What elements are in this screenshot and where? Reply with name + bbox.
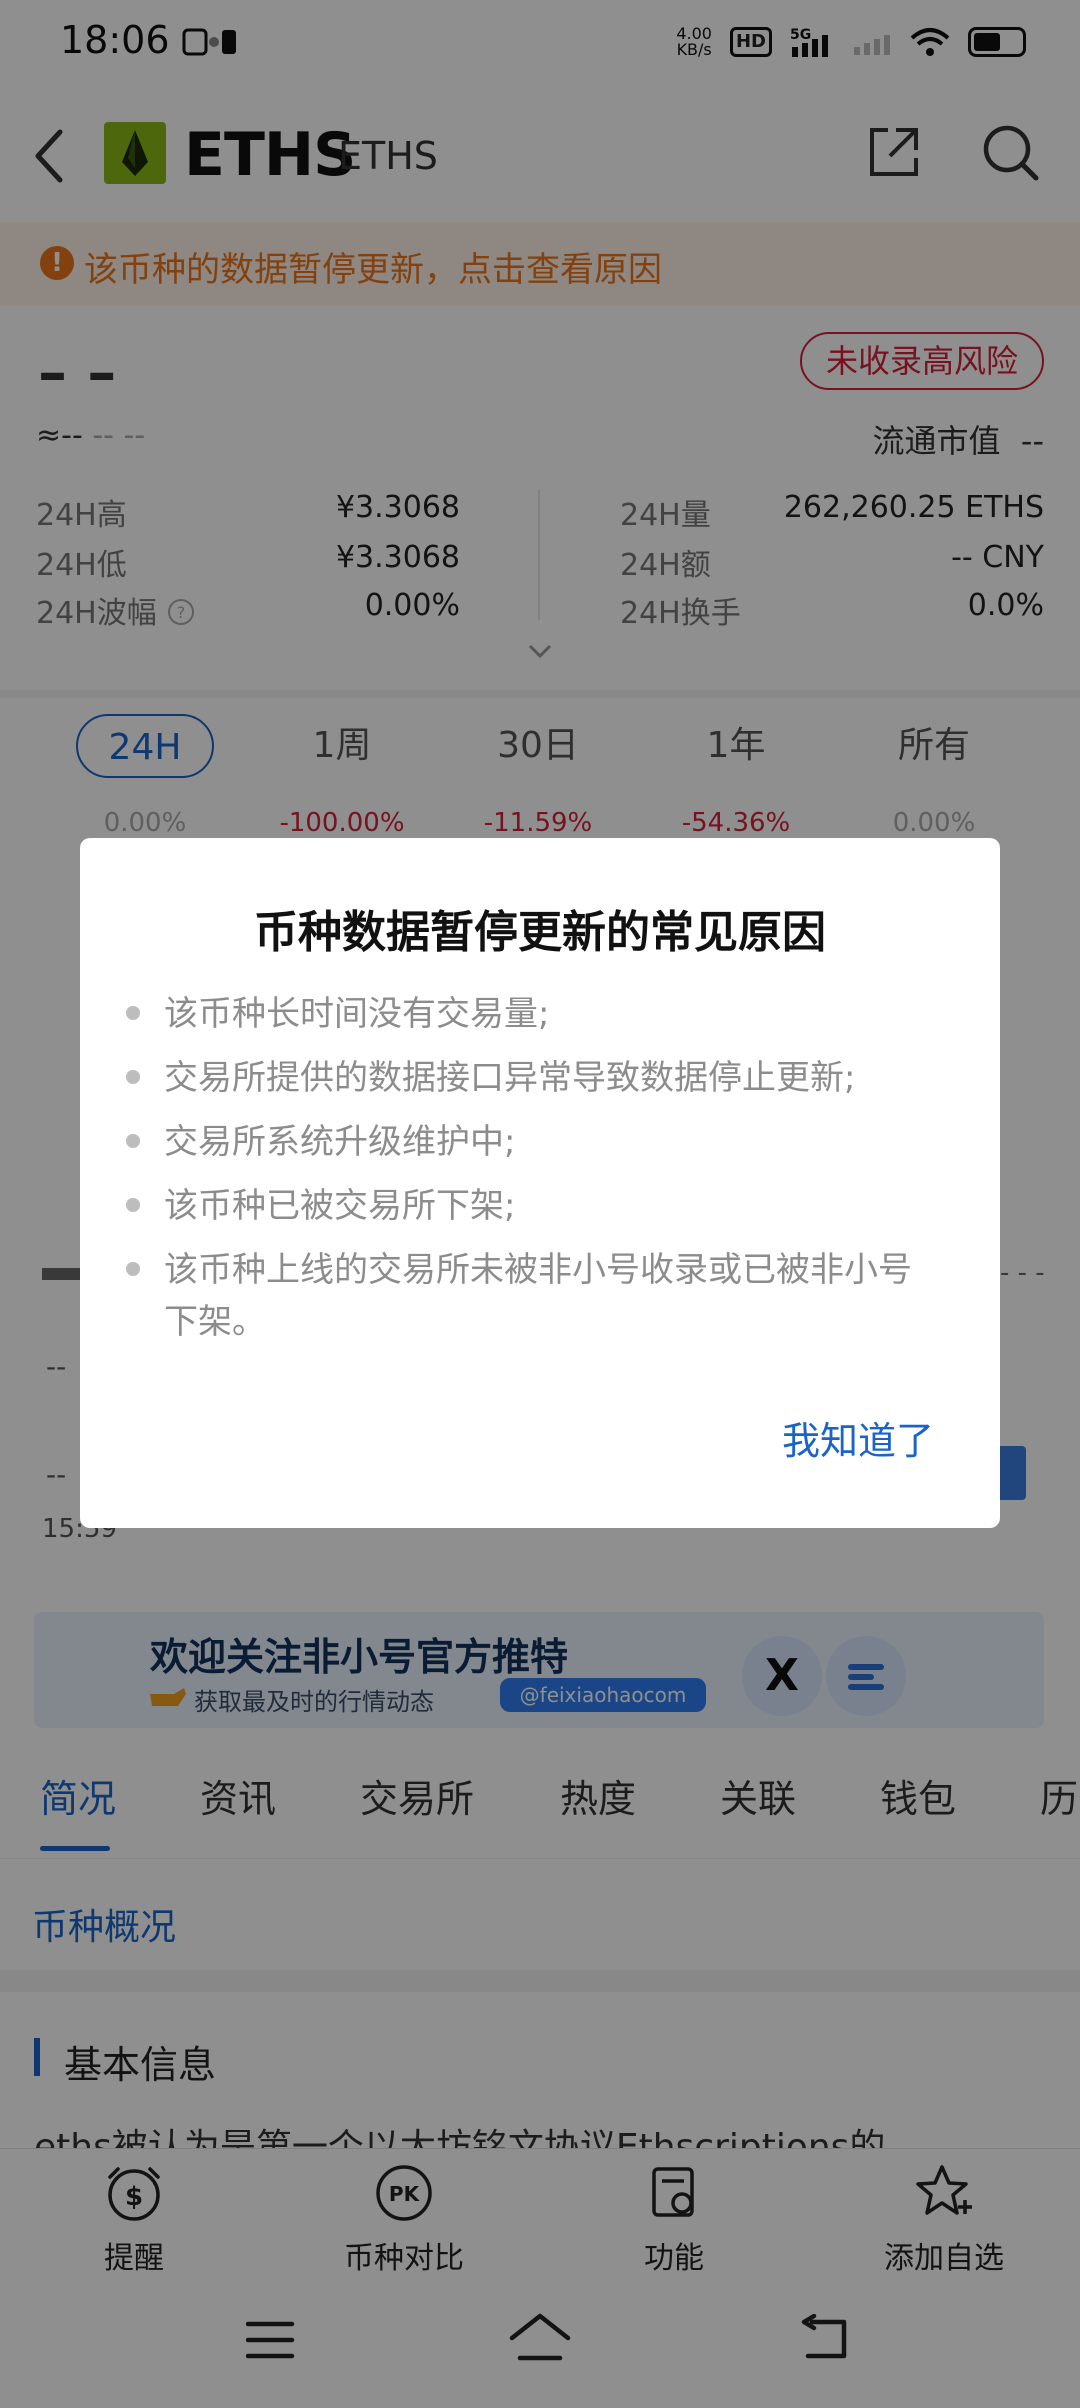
reason-item: 该币种上线的交易所未被非小号收录或已被非小号下架。 — [164, 1250, 912, 1342]
dialog-title: 币种数据暂停更新的常见原因 — [254, 907, 826, 958]
acknowledge-button[interactable]: 我知道了 — [782, 1410, 934, 1465]
bullet-dot — [126, 1134, 140, 1148]
reason-item: 该币种已被交易所下架; — [164, 1186, 516, 1226]
bullet-dot — [126, 1006, 140, 1020]
reason-item: 该币种长时间没有交易量; — [164, 994, 550, 1034]
reason-item: 交易所提供的数据接口异常导致数据停止更新; — [164, 1058, 856, 1098]
bullet-dot — [126, 1070, 140, 1084]
reasons-dialog: 币种数据暂停更新的常见原因 该币种长时间没有交易量; 交易所提供的数据接口异常导… — [80, 838, 1000, 1528]
bullet-dot — [126, 1198, 140, 1212]
reason-item: 交易所系统升级维护中; — [164, 1122, 516, 1162]
bullet-dot — [126, 1262, 140, 1276]
